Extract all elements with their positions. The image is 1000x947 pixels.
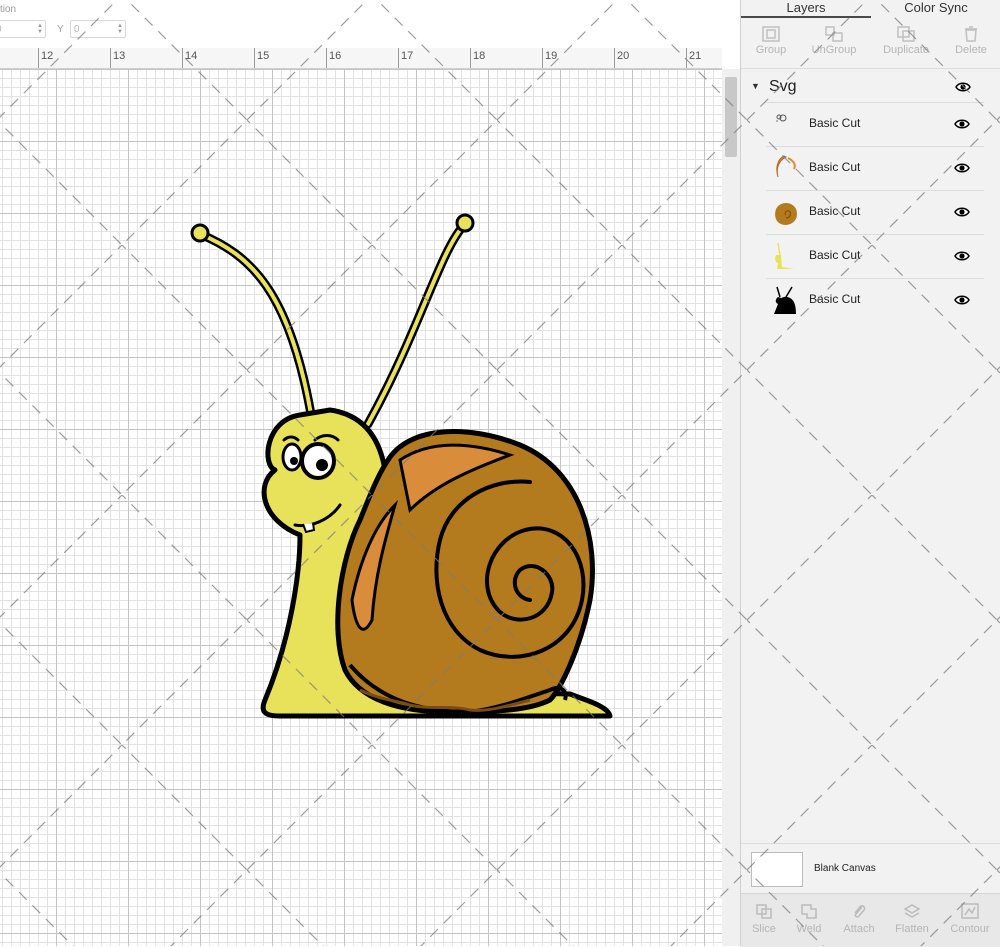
eye-icon[interactable]: [954, 294, 970, 306]
ruler-tick-label: 14: [185, 50, 198, 62]
blank-canvas-swatch[interactable]: [751, 852, 803, 887]
contour-icon: [961, 903, 979, 919]
flatten-icon: [903, 904, 921, 918]
attach-button[interactable]: Attach: [833, 894, 885, 935]
ruler-tick: [686, 48, 687, 68]
facial-details-thumbnail: [776, 114, 787, 122]
bottom-toolbar: Slice Weld Attach Flatten Contour: [741, 893, 1000, 947]
x-position-value: 0: [0, 24, 2, 35]
stepper-icon[interactable]: ▲ ▼: [117, 23, 123, 35]
contour-label: Contour: [950, 923, 990, 935]
layers-list: ▼ Svg Basic Cut Basic Cut Basic Cut Basi…: [741, 72, 1000, 322]
flatten-label: Flatten: [895, 923, 929, 935]
blank-canvas-row[interactable]: Blank Canvas: [741, 843, 1000, 894]
ruler-tick: [110, 48, 111, 68]
ungroup-button[interactable]: UnGroup: [804, 20, 864, 56]
ruler-tick-label: 20: [617, 50, 630, 62]
snail-artwork[interactable]: [0, 69, 722, 946]
group-name: Svg: [769, 78, 797, 95]
layer-item[interactable]: Basic Cut: [766, 278, 984, 322]
ruler-tick: [614, 48, 615, 68]
layer-name: Basic Cut: [809, 248, 861, 262]
ruler-tick: [470, 48, 471, 68]
layer-name: Basic Cut: [809, 292, 861, 306]
ruler-tick: [254, 48, 255, 68]
eye-icon[interactable]: [954, 250, 970, 262]
weld-icon: [801, 904, 817, 919]
attach-label: Attach: [843, 923, 875, 935]
group-label: Group: [755, 44, 787, 56]
weld-label: Weld: [796, 923, 822, 935]
ruler-tick: [398, 48, 399, 68]
layer-item[interactable]: Basic Cut: [766, 234, 984, 278]
ruler-tick-label: 21: [689, 50, 702, 62]
ruler-tick-label: 13: [113, 50, 126, 62]
x-position-input[interactable]: 0 ▲▼: [0, 20, 46, 38]
ruler-tick-label: 15: [257, 50, 270, 62]
slice-icon: [756, 904, 772, 919]
ruler-tick: [182, 48, 183, 68]
layer-name: Basic Cut: [809, 204, 861, 218]
trash-icon: [965, 26, 977, 42]
eye-icon[interactable]: [954, 206, 970, 218]
ungroup-label: UnGroup: [811, 44, 857, 56]
panel-tabs: Layers Color Sync: [741, 0, 1000, 18]
weld-button[interactable]: Weld: [783, 894, 835, 935]
flatten-button[interactable]: Flatten: [886, 894, 938, 935]
design-canvas[interactable]: [0, 69, 722, 946]
stepper-icon[interactable]: ▲ ▼: [37, 23, 43, 35]
tab-color-sync[interactable]: Color Sync: [871, 0, 1000, 18]
ruler-tick: [38, 48, 39, 68]
ruler-tick-label: 18: [473, 50, 486, 62]
delete-label: Delete: [955, 44, 987, 56]
layer-name: Basic Cut: [809, 160, 861, 174]
ruler-tick-label: 16: [329, 50, 342, 62]
group-icon: [762, 26, 780, 42]
property-bar: tion 0 ▲▼ Y 0 ▲▼: [0, 0, 740, 48]
ruler-tick: [542, 48, 543, 68]
horizontal-ruler: 12 13 14 15 16 17 18 19 20 21: [0, 48, 722, 69]
eye-icon[interactable]: [954, 118, 970, 130]
ungroup-icon: [825, 26, 843, 42]
contour-button[interactable]: Contour: [944, 894, 996, 935]
yellow-body-thumbnail: [775, 242, 794, 269]
layers-panel: Layers Color Sync Group UnGroup Duplicat…: [740, 0, 1000, 947]
ruler-tick-label: 19: [545, 50, 558, 62]
y-position-input[interactable]: 0 ▲ ▼: [70, 20, 126, 38]
delete-button[interactable]: Delete: [941, 20, 1000, 56]
snail-antennae: [190, 213, 475, 429]
layer-item[interactable]: Basic Cut: [766, 102, 984, 146]
layers-toolbar: Group UnGroup Duplicate Delete: [741, 20, 1000, 69]
eye-icon[interactable]: [955, 81, 971, 93]
layer-item[interactable]: Basic Cut: [766, 190, 984, 234]
group-button[interactable]: Group: [741, 20, 801, 56]
ruler-tick: [326, 48, 327, 68]
y-position-value: 0: [74, 24, 80, 35]
duplicate-button[interactable]: Duplicate: [876, 20, 936, 56]
eye-icon[interactable]: [954, 162, 970, 174]
tab-layers[interactable]: Layers: [741, 0, 871, 18]
brown-shell-thumbnail: [775, 203, 797, 225]
slice-label: Slice: [752, 923, 776, 935]
layer-item[interactable]: Basic Cut: [766, 146, 984, 190]
layer-group-svg[interactable]: ▼ Svg: [741, 72, 1000, 102]
position-label: tion: [0, 4, 17, 15]
vertical-scrollbar[interactable]: [722, 69, 740, 946]
scrollbar-thumb[interactable]: [725, 77, 737, 157]
ruler-tick-label: 17: [401, 50, 414, 62]
y-position-label: Y: [57, 24, 64, 35]
blank-canvas-label: Blank Canvas: [814, 863, 876, 874]
layer-name: Basic Cut: [809, 116, 861, 130]
shell-highlight-thumbnail: [776, 155, 796, 178]
black-outline-thumbnail: [774, 286, 796, 314]
caret-down-icon[interactable]: ▼: [751, 81, 760, 91]
duplicate-label: Duplicate: [883, 44, 929, 56]
duplicate-icon: [897, 26, 915, 42]
paperclip-icon: [854, 905, 866, 918]
ruler-tick-label: 12: [41, 50, 54, 62]
